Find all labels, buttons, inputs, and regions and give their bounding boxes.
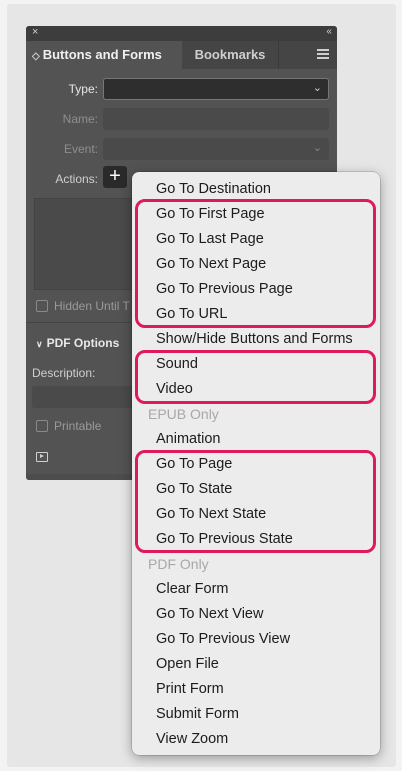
actions-dropdown-menu: Go To Destination Go To First Page Go To… — [132, 172, 380, 755]
highlight-box-epub — [135, 450, 376, 553]
type-select[interactable]: ⌄ — [103, 78, 329, 100]
highlight-box-media — [135, 350, 376, 404]
name-row: Name: — [26, 108, 337, 130]
panel-title-strip: × ‹‹ — [26, 26, 337, 41]
menu-header-epub-only: EPUB Only — [148, 406, 219, 422]
panel-tab-bar: ◇ Buttons and Forms Bookmarks — [26, 41, 337, 69]
panel-menu-icon[interactable] — [317, 49, 329, 61]
menu-item-go-to-next-view[interactable]: Go To Next View — [132, 602, 380, 627]
printable-label: Printable — [54, 419, 102, 433]
close-icon[interactable]: × — [32, 26, 38, 38]
menu-item-view-zoom[interactable]: View Zoom — [132, 727, 380, 752]
event-row: Event: ⌄ — [26, 138, 337, 160]
collapse-icon[interactable]: ‹‹ — [326, 26, 332, 37]
type-label: Type: — [68, 82, 98, 96]
chevron-down-icon: ⌄ — [312, 142, 322, 154]
menu-item-open-file[interactable]: Open File — [132, 652, 380, 677]
preview-icon[interactable] — [36, 452, 48, 462]
pdf-options-label: PDF Options — [46, 336, 120, 350]
hidden-until-label: Hidden Until T — [54, 299, 130, 313]
menu-item-show-hide-buttons-and-forms[interactable]: Show/Hide Buttons and Forms — [132, 327, 380, 352]
actions-label: Actions: — [55, 172, 98, 186]
chevron-down-icon: ⌄ — [312, 82, 322, 94]
event-label: Event: — [63, 142, 98, 156]
menu-header-pdf-only: PDF Only — [148, 556, 209, 572]
tab-buttons-and-forms[interactable]: ◇ Buttons and Forms — [26, 41, 182, 69]
event-select[interactable]: ⌄ — [103, 138, 329, 160]
menu-item-go-to-previous-view[interactable]: Go To Previous View — [132, 627, 380, 652]
add-action-button[interactable]: + — [103, 166, 127, 188]
hidden-until-checkbox[interactable] — [36, 300, 48, 312]
tab-bookmarks[interactable]: Bookmarks — [182, 41, 279, 69]
name-label: Name: — [62, 112, 98, 126]
menu-item-print-form[interactable]: Print Form — [132, 677, 380, 702]
menu-item-submit-form[interactable]: Submit Form — [132, 702, 380, 727]
pdf-options-toggle[interactable]: ∨ PDF Options — [36, 336, 119, 350]
tab-arrows-icon: ◇ — [32, 51, 40, 62]
highlight-box-navigation — [135, 199, 376, 328]
type-row: Type: ⌄ — [26, 78, 337, 100]
tab-label: Buttons and Forms — [42, 47, 162, 62]
menu-item-animation[interactable]: Animation — [132, 427, 380, 452]
printable-checkbox[interactable] — [36, 420, 48, 432]
tab-label: Bookmarks — [194, 47, 266, 62]
menu-item-clear-form[interactable]: Clear Form — [132, 577, 380, 602]
description-label: Description: — [32, 366, 96, 380]
chevron-down-icon: ∨ — [36, 339, 43, 349]
name-field[interactable] — [103, 108, 329, 130]
